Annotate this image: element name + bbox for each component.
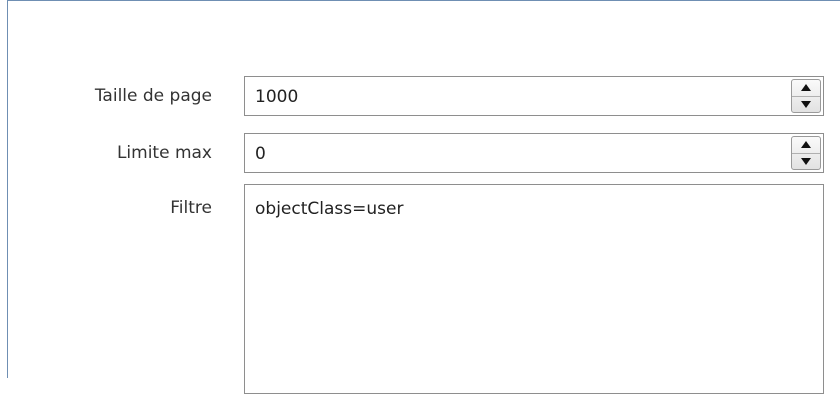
triangle-up-icon	[801, 84, 811, 92]
max-limit-decrement-button[interactable]	[792, 152, 820, 170]
page-size-increment-button[interactable]	[792, 80, 820, 96]
filter-label: Filtre	[170, 198, 212, 218]
triangle-down-icon	[801, 100, 811, 108]
max-limit-label: Limite max	[116, 143, 212, 163]
page-size-field[interactable]: 1000	[244, 76, 824, 116]
page-size-value: 1000	[255, 87, 299, 107]
page-size-label: Taille de page	[94, 86, 212, 106]
max-limit-field[interactable]: 0	[244, 133, 824, 173]
page-size-decrement-button[interactable]	[792, 95, 820, 113]
filter-value: objectClass=user	[255, 199, 404, 219]
triangle-down-icon	[801, 157, 811, 165]
page-size-spinner[interactable]	[791, 79, 821, 113]
max-limit-value: 0	[255, 144, 266, 164]
max-limit-spinner[interactable]	[791, 136, 821, 170]
max-limit-increment-button[interactable]	[792, 137, 820, 153]
triangle-up-icon	[801, 141, 811, 149]
filter-textarea[interactable]: objectClass=user	[244, 184, 824, 394]
